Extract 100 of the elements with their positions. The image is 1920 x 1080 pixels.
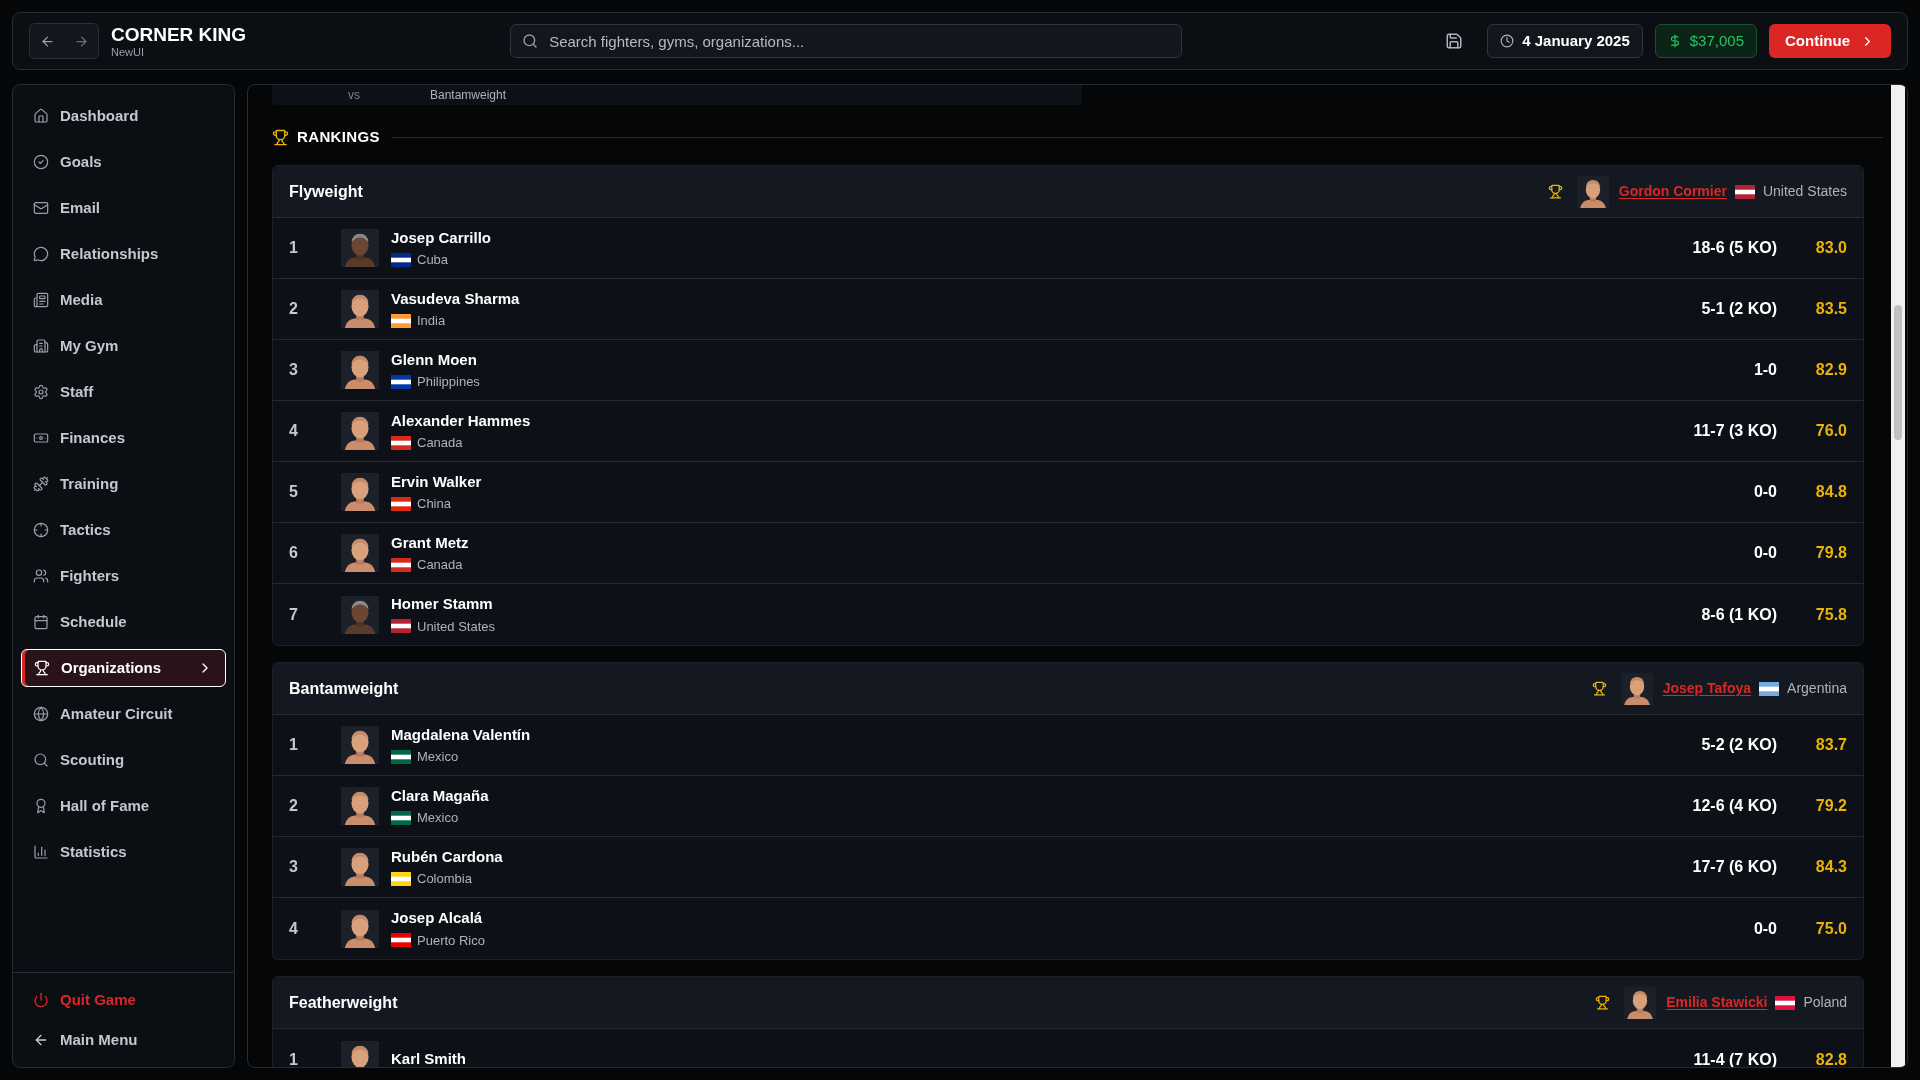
fighter-name[interactable]: Magdalena Valentín xyxy=(391,723,531,746)
building-icon xyxy=(33,338,49,354)
sidebar-item[interactable]: Training xyxy=(21,465,226,503)
sidebar-item[interactable]: Finances xyxy=(21,419,226,457)
trophy-icon xyxy=(1595,995,1611,1010)
flag-icon xyxy=(1759,681,1780,696)
ranking-row[interactable]: 2 Vasudeva Sharma India 5-1 (2 KO) 83.5 xyxy=(273,279,1863,340)
fighter-name[interactable]: Vasudeva Sharma xyxy=(391,287,520,310)
fighter-name[interactable]: Glenn Moen xyxy=(391,348,480,371)
continue-button[interactable]: Continue xyxy=(1769,24,1891,58)
date-display: 4 January 2025 xyxy=(1487,24,1643,58)
sidebar-item[interactable]: Dashboard xyxy=(21,97,226,135)
forward-arrow-icon xyxy=(73,33,89,49)
rating-value: 83.5 xyxy=(1814,299,1847,319)
flag-icon xyxy=(391,252,411,267)
division-title: Bantamweight xyxy=(289,678,399,699)
rank-number: 2 xyxy=(289,299,299,319)
trophy-icon xyxy=(1547,184,1563,199)
division-title: Featherweight xyxy=(289,992,398,1013)
weight-class-label: Bantamweight xyxy=(430,87,507,104)
fighter-name[interactable]: Rubén Cardona xyxy=(391,845,503,868)
fighter-name[interactable]: Homer Stamm xyxy=(391,593,496,616)
fighter-name[interactable]: Clara Magaña xyxy=(391,784,489,807)
fight-record: 18-6 (5 KO) xyxy=(1692,238,1777,258)
ranking-row[interactable]: 1 Magdalena Valentín Mexico 5-2 (2 KO) 83.7 xyxy=(273,715,1863,776)
save-icon xyxy=(1445,32,1464,50)
ranking-row[interactable]: 3 Glenn Moen Philippines 1-0 82.9 xyxy=(273,340,1863,401)
fight-record: 11-7 (3 KO) xyxy=(1693,421,1777,441)
sidebar-item[interactable]: My Gym xyxy=(21,327,226,365)
dumbbell-icon xyxy=(33,476,49,492)
fighter-name[interactable]: Josep Alcalá xyxy=(391,907,485,930)
rank-number: 2 xyxy=(289,796,299,816)
rank-number: 6 xyxy=(289,543,299,563)
rank-number: 1 xyxy=(289,735,299,755)
sidebar-item[interactable]: Hall of Fame xyxy=(21,787,226,825)
quit-game-button[interactable]: Quit Game xyxy=(21,981,226,1019)
ranking-row[interactable]: 7 Homer Stamm United States 8-6 (1 KO) 75.8 xyxy=(273,584,1863,645)
money-display: $37,005 xyxy=(1654,24,1757,58)
search-icon xyxy=(522,33,539,49)
rating-value: 84.8 xyxy=(1814,482,1847,502)
search-field[interactable]: Search fighters, gyms, organizations... xyxy=(510,24,1183,58)
champion-link[interactable]: Gordon Cormier xyxy=(1618,181,1727,202)
ranking-row[interactable]: 3 Rubén Cardona Colombia 17-7 (6 KO) 84.3 xyxy=(273,837,1863,898)
clock-icon xyxy=(1500,34,1515,48)
scrollbar[interactable] xyxy=(1891,85,1905,1067)
ranking-row[interactable]: 1 Karl Smith 11-4 (7 KO) 82.8 xyxy=(273,1029,1863,1067)
flag-icon xyxy=(391,871,411,886)
sidebar-item[interactable]: Media xyxy=(21,281,226,319)
trophy-icon xyxy=(272,128,289,146)
ranking-row[interactable]: 5 Ervin Walker China 0-0 84.8 xyxy=(273,462,1863,523)
newspaper-icon xyxy=(33,292,49,308)
sidebar-item[interactable]: Tactics xyxy=(21,511,226,549)
search-icon xyxy=(33,752,49,768)
rating-value: 84.3 xyxy=(1814,857,1847,877)
rating-value: 79.2 xyxy=(1814,796,1847,816)
sidebar-item[interactable]: Scouting xyxy=(21,741,226,779)
mail-icon xyxy=(33,200,49,216)
fight-record: 0-0 xyxy=(1753,918,1777,939)
sidebar-item[interactable]: Goals xyxy=(21,143,226,181)
sidebar-item[interactable]: Amateur Circuit xyxy=(21,695,226,733)
ranking-row[interactable]: 2 Clara Magaña Mexico 12-6 (4 KO) 79.2 xyxy=(273,776,1863,837)
country-label: India xyxy=(417,312,446,330)
versus-label: vs xyxy=(348,87,360,104)
fighter-name[interactable]: Ervin Walker xyxy=(391,470,482,493)
ranking-row[interactable]: 4 Alexander Hammes Canada 11-7 (3 KO) 76.0 xyxy=(273,401,1863,462)
fighter-name[interactable]: Alexander Hammes xyxy=(391,409,531,432)
sidebar-item[interactable]: Statistics xyxy=(21,833,226,871)
flag-icon xyxy=(391,435,411,450)
trophy-icon xyxy=(34,660,50,676)
award-icon xyxy=(33,798,49,814)
rating-value: 82.9 xyxy=(1814,360,1847,380)
sidebar-item[interactable]: Organizations xyxy=(21,649,226,687)
flag-icon xyxy=(1775,995,1796,1010)
app-title: CORNER KING xyxy=(111,24,247,44)
flag-icon xyxy=(391,810,411,825)
ranking-row[interactable]: 4 Josep Alcalá Puerto Rico 0-0 75.0 xyxy=(273,898,1863,959)
flag-icon xyxy=(391,933,411,948)
champion-link[interactable]: Josep Tafoya xyxy=(1662,678,1752,699)
power-icon xyxy=(33,992,49,1008)
fight-record: 0-0 xyxy=(1753,482,1777,502)
trophy-icon xyxy=(1591,681,1607,696)
rating-value: 82.8 xyxy=(1814,1049,1847,1067)
sidebar-item[interactable]: Fighters xyxy=(21,557,226,595)
ranking-row[interactable]: 1 Josep Carrillo Cuba 18-6 (5 KO) 83.0 xyxy=(273,218,1863,279)
flag-icon xyxy=(1734,184,1755,199)
ranking-row[interactable]: 6 Grant Metz Canada 0-0 79.8 xyxy=(273,523,1863,584)
sidebar-item[interactable]: Email xyxy=(21,189,226,227)
section-title: RANKINGS xyxy=(297,126,380,147)
rank-number: 5 xyxy=(289,482,299,502)
main-menu-button[interactable]: Main Menu xyxy=(21,1021,226,1059)
champion-link[interactable]: Emilia Stawicki xyxy=(1666,992,1768,1013)
fighter-name[interactable]: Josep Carrillo xyxy=(391,226,492,249)
rank-number: 4 xyxy=(289,421,299,441)
sidebar-item[interactable]: Staff xyxy=(21,373,226,411)
fight-record: 17-7 (6 KO) xyxy=(1692,857,1777,877)
sidebar-item[interactable]: Relationships xyxy=(21,235,226,273)
country-label: Mexico xyxy=(417,809,459,827)
sidebar-item[interactable]: Schedule xyxy=(21,603,226,641)
fighter-name[interactable]: Grant Metz xyxy=(391,531,469,554)
fighter-name[interactable]: Karl Smith xyxy=(391,1048,466,1067)
